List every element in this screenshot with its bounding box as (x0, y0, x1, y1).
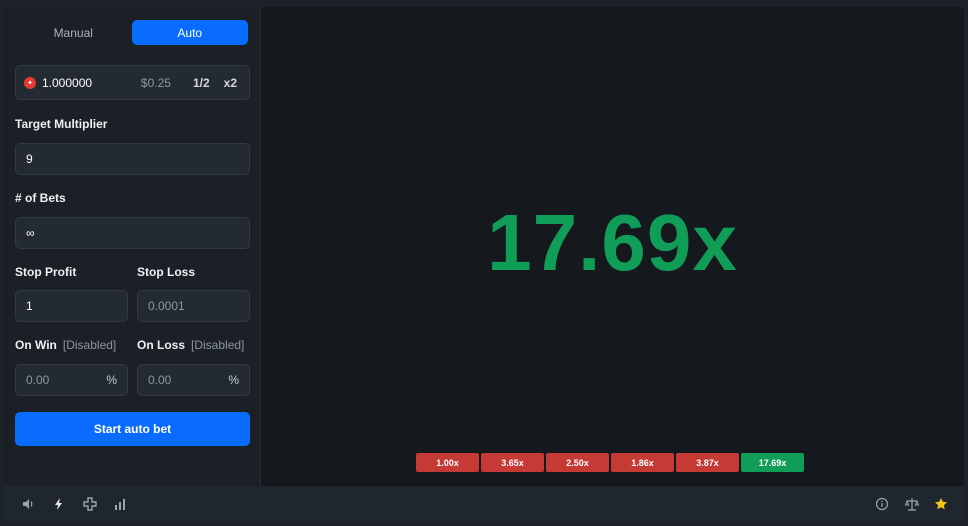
history-chip[interactable]: 2.50x (546, 453, 609, 472)
stats-icon[interactable] (110, 494, 130, 514)
on-win-percent: % (106, 373, 117, 387)
red-coin-icon: ✦ (24, 76, 36, 89)
num-bets-value: ∞ (26, 226, 35, 240)
on-loss-label-text: On Loss (137, 338, 186, 352)
target-multiplier-value: 9 (26, 152, 33, 166)
history-bar: 1.00x 3.65x 2.50x 1.86x 3.87x 17.69x (416, 453, 804, 472)
volume-icon[interactable] (18, 494, 38, 514)
history-chip[interactable]: 3.65x (481, 453, 544, 472)
stop-loss-placeholder: 0.0001 (148, 299, 185, 313)
lightning-icon[interactable] (49, 494, 69, 514)
history-chip[interactable]: 3.87x (676, 453, 739, 472)
game-area: 17.69x 1.00x 3.65x 2.50x 1.86x 3.87x 17.69x (261, 7, 964, 486)
app-frame: Manual Auto ✦ 1.000000 $0.25 1/2 x2 Targ… (4, 7, 964, 522)
stop-profit-label: Stop Profit (15, 265, 77, 279)
bet-controls-panel: Manual Auto ✦ 1.000000 $0.25 1/2 x2 Targ… (4, 7, 261, 486)
settings-gamepad-icon[interactable] (80, 494, 100, 514)
stop-loss-label: Stop Loss (137, 265, 196, 279)
start-auto-bet-button[interactable]: Start auto bet (15, 412, 250, 446)
bet-amount-field[interactable]: ✦ 1.000000 $0.25 1/2 x2 (15, 65, 250, 100)
stop-loss-input[interactable]: 0.0001 (137, 290, 250, 322)
on-loss-status: [Disabled] (191, 338, 245, 352)
on-win-placeholder: 0.00 (26, 373, 50, 387)
history-chip[interactable]: 17.69x (741, 453, 804, 472)
on-win-label: On Win [Disabled] (15, 338, 116, 352)
on-loss-percent: % (228, 373, 239, 387)
target-multiplier-input[interactable]: 9 (15, 143, 250, 175)
history-chip[interactable]: 1.86x (611, 453, 674, 472)
stop-profit-value: 1 (26, 299, 33, 313)
stop-profit-input[interactable]: 1 (15, 290, 128, 322)
tab-manual[interactable]: Manual (15, 20, 132, 45)
info-icon[interactable] (872, 494, 892, 514)
num-bets-label: # of Bets (15, 191, 66, 205)
on-loss-label: On Loss [Disabled] (137, 338, 244, 352)
on-win-input[interactable]: 0.00 % (15, 364, 128, 396)
double-bet-button[interactable]: x2 (220, 76, 241, 90)
bet-amount-value: 1.000000 (42, 75, 93, 90)
result-multiplier: 17.69x (487, 198, 738, 287)
mode-tabs: Manual Auto (15, 20, 248, 45)
num-bets-input[interactable]: ∞ (15, 217, 250, 249)
on-win-status: [Disabled] (62, 338, 117, 352)
footer-toolbar (4, 486, 964, 522)
on-win-label-text: On Win (15, 338, 57, 352)
tab-auto[interactable]: Auto (131, 20, 248, 45)
half-bet-button[interactable]: 1/2 (189, 76, 214, 90)
favorite-star-icon[interactable] (931, 494, 951, 514)
target-multiplier-label: Target Multiplier (15, 117, 108, 131)
history-chip[interactable]: 1.00x (416, 453, 479, 472)
bet-usd-value: $0.25 (140, 75, 171, 90)
on-loss-input[interactable]: 0.00 % (137, 364, 250, 396)
on-loss-placeholder: 0.00 (148, 373, 172, 387)
fairness-scale-icon[interactable] (902, 494, 922, 514)
